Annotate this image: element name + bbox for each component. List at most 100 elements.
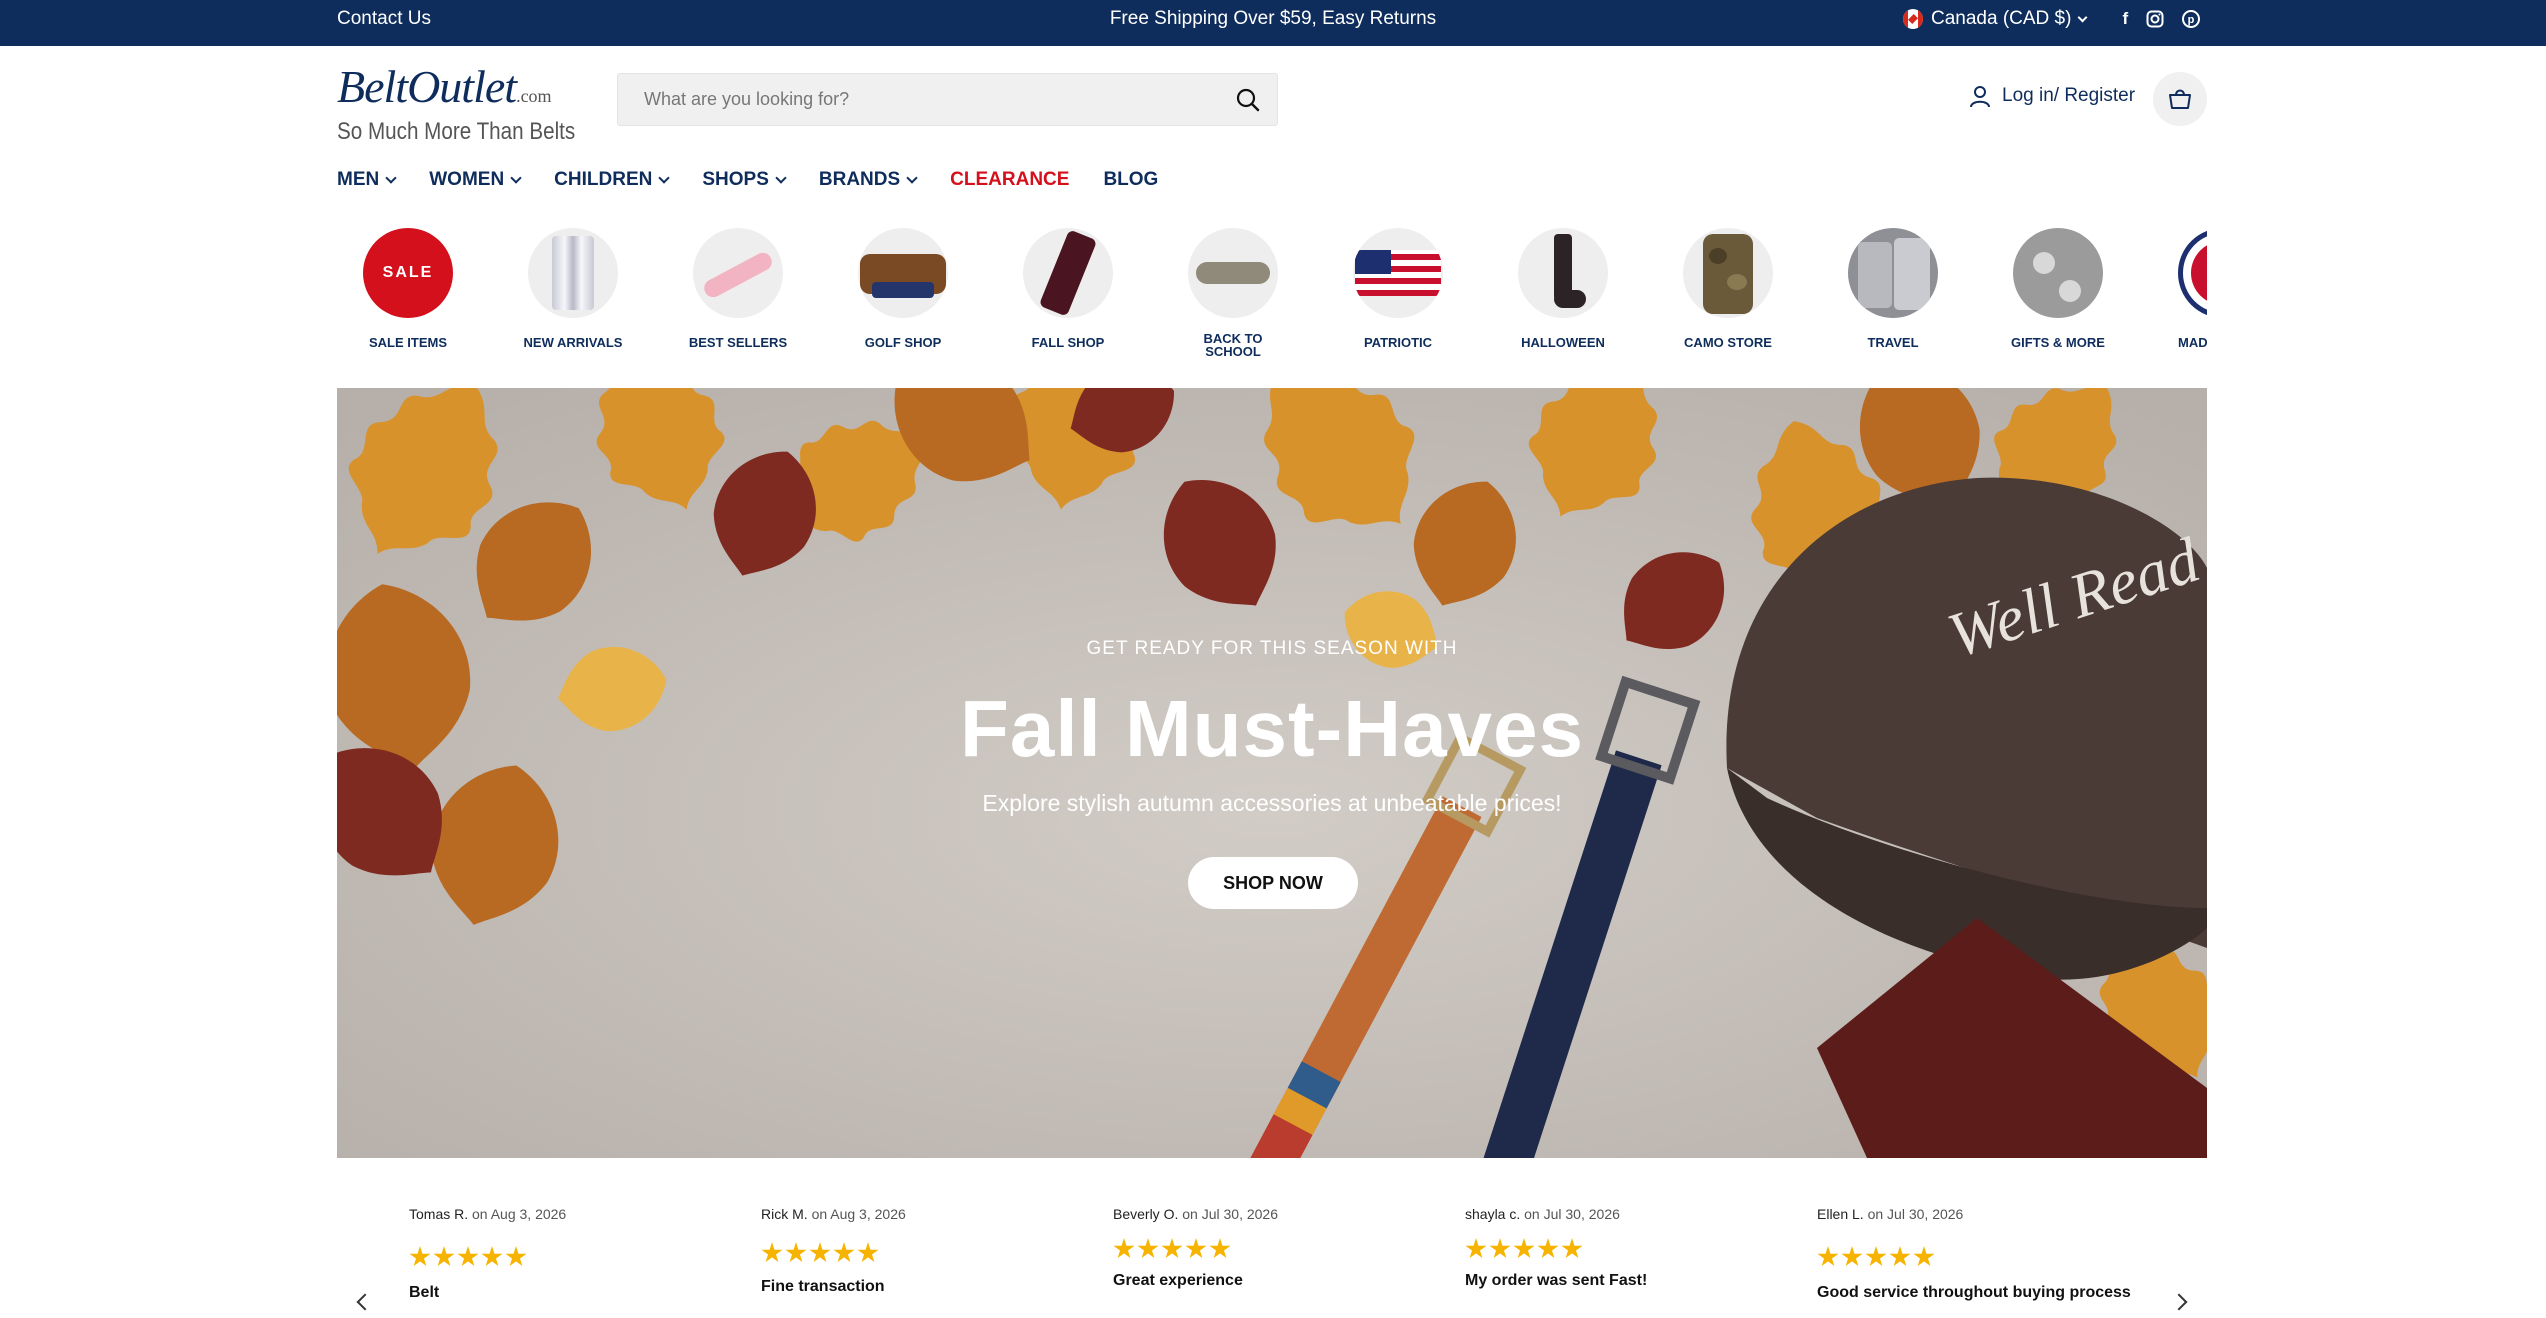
star-icon <box>1841 1246 1863 1267</box>
best-sellers-image <box>693 228 783 318</box>
category-carousel: SALE SALE ITEMS NEW ARRIVALS BEST SELLER… <box>337 228 2207 368</box>
star-rating <box>1465 1238 1795 1260</box>
reviewer-name: Ellen L. <box>1817 1206 1864 1222</box>
made-in-usa-image <box>2178 228 2207 318</box>
category-best-sellers[interactable]: BEST SELLERS <box>663 228 813 349</box>
reviewer-name: Tomas R. <box>409 1206 469 1222</box>
star-icon <box>1489 1238 1511 1259</box>
star-icon <box>1537 1238 1559 1259</box>
star-icon <box>809 1242 831 1263</box>
nav-women[interactable]: WOMEN <box>429 166 522 194</box>
logo-tagline: So Much More Than Belts <box>337 118 576 145</box>
nav-blog[interactable]: BLOG <box>1103 166 1158 194</box>
nav-label: WOMEN <box>429 169 505 190</box>
hero-subtitle: Explore stylish autumn accessories at un… <box>982 790 1562 816</box>
star-icon <box>1113 1238 1135 1259</box>
user-icon <box>1970 86 1990 108</box>
search-bar <box>617 73 1278 126</box>
nav-men[interactable]: MEN <box>337 166 397 194</box>
category-label: CAMO STORE <box>1684 335 1772 350</box>
nav-shops[interactable]: SHOPS <box>702 166 787 194</box>
main-nav: MEN WOMEN CHILDREN SHOPS BRANDS CLEARANC… <box>337 166 1192 194</box>
review-card: Tomas R. on Aug 3, 2026 Belt <box>409 1206 739 1302</box>
search-icon[interactable] <box>1235 87 1261 113</box>
reviews-carousel: Tomas R. on Aug 3, 2026 Belt Rick M. on … <box>337 1190 2207 1318</box>
category-label: FALL SHOP <box>1031 335 1105 350</box>
pinterest-icon[interactable]: p <box>2182 10 2201 28</box>
star-icon <box>1889 1246 1911 1267</box>
hero-title: Fall Must-Haves <box>959 684 1585 773</box>
review-card: shayla c. on Jul 30, 2026 My order was s… <box>1465 1206 1795 1290</box>
category-halloween[interactable]: HALLOWEEN <box>1488 228 1638 349</box>
patriotic-image <box>1353 228 1443 318</box>
category-label: NEW ARRIVALS <box>523 335 623 350</box>
login-label: Log in/ Register <box>2002 85 2136 106</box>
star-icon <box>409 1246 431 1267</box>
star-icon <box>505 1246 527 1267</box>
review-date: on Jul 30, 2026 <box>1182 1206 1278 1222</box>
nav-label: SHOPS <box>702 169 769 190</box>
search-input[interactable] <box>644 74 1204 125</box>
category-label: PATRIOTIC <box>1363 335 1433 350</box>
cart-button[interactable] <box>2153 72 2207 126</box>
nav-brands[interactable]: BRANDS <box>819 166 918 194</box>
chevron-down-icon <box>906 172 918 184</box>
golf-shop-image <box>858 228 948 318</box>
category-label: BEST SELLERS <box>688 335 788 350</box>
star-icon <box>457 1246 479 1267</box>
chevron-down-icon <box>385 172 397 184</box>
star-icon <box>1817 1246 1839 1267</box>
country-label: Canada (CAD $) <box>1931 8 2072 29</box>
sale-badge: SALE <box>363 228 453 318</box>
category-fall-shop[interactable]: FALL SHOP <box>993 228 1143 349</box>
star-icon <box>1561 1238 1583 1259</box>
category-camo-store[interactable]: CAMO STORE <box>1653 228 1803 349</box>
login-register-link[interactable]: Log in/ Register <box>1968 84 2135 108</box>
new-arrivals-image <box>528 228 618 318</box>
review-date: on Jul 30, 2026 <box>1867 1206 1964 1222</box>
star-icon <box>1913 1246 1935 1267</box>
category-label: GIFTS & MORE <box>2011 335 2105 350</box>
nav-clearance[interactable]: CLEARANCE <box>950 166 1069 194</box>
category-sale-items[interactable]: SALE SALE ITEMS <box>337 228 483 349</box>
star-icon <box>857 1242 879 1263</box>
country-selector[interactable]: Canada (CAD $) <box>1903 8 2088 30</box>
category-label: GOLF SHOP <box>864 335 942 350</box>
review-title: My order was sent Fast! <box>1465 1272 1648 1289</box>
review-date: on Aug 3, 2026 <box>811 1206 906 1222</box>
nav-label: MEN <box>337 169 380 190</box>
facebook-icon[interactable]: f <box>2122 9 2128 29</box>
category-golf-shop[interactable]: GOLF SHOP <box>828 228 978 349</box>
category-new-arrivals[interactable]: NEW ARRIVALS <box>498 228 648 349</box>
star-icon <box>1161 1238 1183 1259</box>
category-made-in-usa[interactable]: MADE IN USA <box>2148 228 2207 349</box>
category-travel[interactable]: TRAVEL <box>1818 228 1968 349</box>
shop-now-button[interactable]: SHOP NOW <box>1188 857 1358 909</box>
logo-name: BeltOutlet <box>337 61 517 112</box>
back-to-school-image <box>1188 228 1278 318</box>
category-label: TRAVEL <box>1867 335 1919 350</box>
chevron-down-icon <box>775 172 787 184</box>
review-title: Fine transaction <box>761 1278 885 1295</box>
site-logo[interactable]: BeltOutlet.com So Much More Than Belts <box>337 61 575 145</box>
reviewer-name: shayla c. <box>1465 1206 1521 1222</box>
shopping-bag-icon <box>2169 89 2191 109</box>
star-icon <box>1137 1238 1159 1259</box>
review-card: Beverly O. on Jul 30, 2026 Great experie… <box>1113 1206 1443 1290</box>
star-icon <box>761 1242 783 1263</box>
instagram-icon[interactable] <box>2146 10 2164 28</box>
canada-flag-icon <box>1903 9 1923 29</box>
hero-banner[interactable]: Well Read GET READY FOR THIS SEASON WITH… <box>337 388 2207 1158</box>
category-back-to-school[interactable]: BACK TO SCHOOL <box>1158 228 1308 358</box>
social-links: f p <box>2122 9 2201 29</box>
nav-label: BLOG <box>1103 169 1159 190</box>
svg-text:p: p <box>2188 14 2195 26</box>
chevron-right-icon[interactable] <box>2170 1293 2188 1311</box>
chevron-left-icon[interactable] <box>356 1293 374 1311</box>
review-title: Great experience <box>1113 1272 1243 1289</box>
nav-children[interactable]: CHILDREN <box>554 166 671 194</box>
category-patriotic[interactable]: PATRIOTIC <box>1323 228 1473 349</box>
review-title: Belt <box>409 1284 440 1301</box>
category-gifts-more[interactable]: GIFTS & MORE <box>1983 228 2133 349</box>
topbar-right: Canada (CAD $) f p <box>1903 0 2201 38</box>
